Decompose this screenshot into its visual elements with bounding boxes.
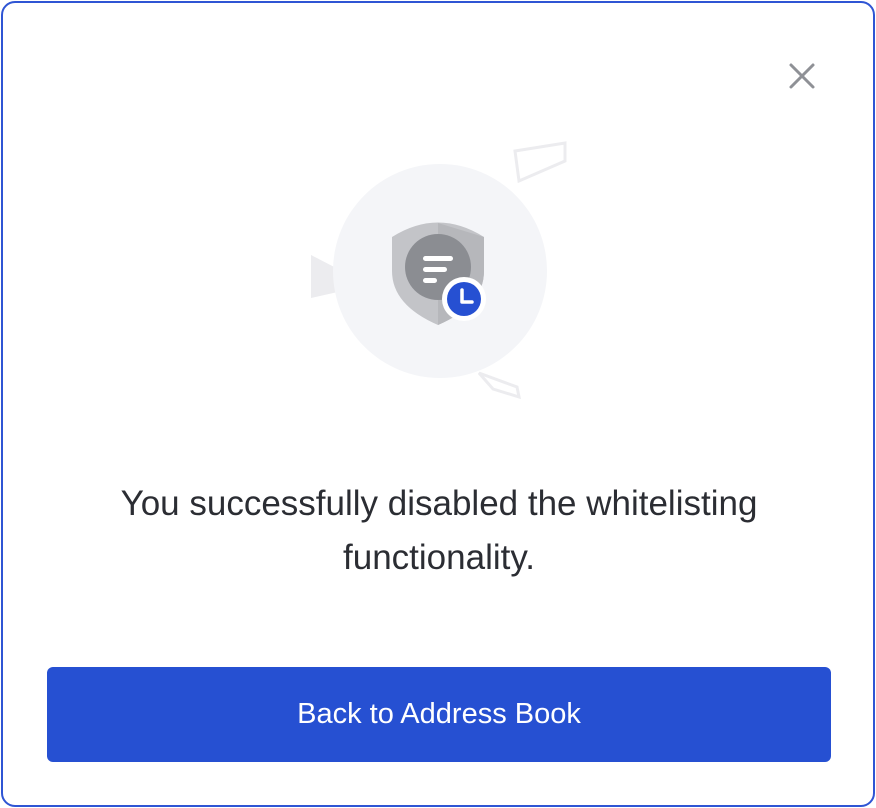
clock-icon [442,277,486,321]
success-illustration [303,133,573,408]
decor-outline-top-icon [513,141,567,184]
success-message: You successfully disabled the whitelisti… [120,484,758,577]
close-icon [789,63,815,89]
success-dialog: You successfully disabled the whitelisti… [1,1,875,807]
decor-outline-bottom-icon [477,371,521,400]
back-to-address-book-button[interactable]: Back to Address Book [47,667,831,762]
close-button[interactable] [785,59,819,93]
